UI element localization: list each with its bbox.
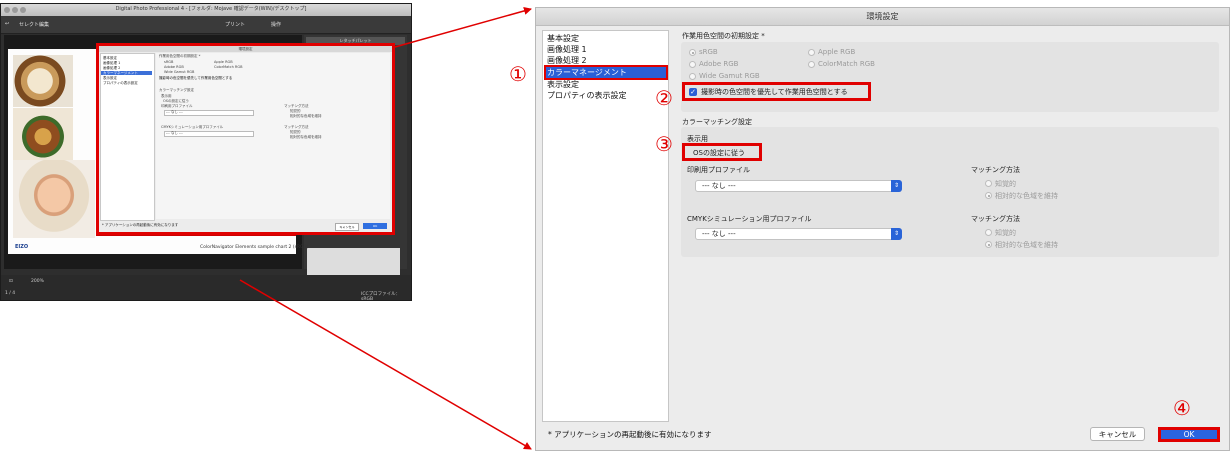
top-callout-arrow [394, 7, 532, 48]
cmyk-perceptual-label: 知覚的 [995, 229, 1016, 237]
print-perceptual-label: 知覚的 [995, 180, 1016, 188]
cancel-button[interactable]: キャンセル [1090, 427, 1145, 441]
preferences-content: 作業用色空間の初期設定 * sRGB Apple RGB Adobe RGB C… [677, 30, 1223, 422]
option-srgb-label: sRGB [699, 48, 718, 56]
option-adobe-rgb-label: Adobe RGB [699, 60, 739, 68]
working-space-heading: 作業用色空間の初期設定 * [682, 32, 765, 40]
cmyk-profile-label: CMYKシミュレーション用プロファイル [687, 215, 812, 223]
radio-wide-gamut-rgb[interactable] [689, 73, 696, 80]
preferences-sidebar: 基本設定 画像処理 1 画像処理 2 カラーマネージメント 表示設定 プロパティ… [542, 30, 669, 422]
print-profile-value: --- なし --- [702, 182, 736, 190]
step3-marker: ③ [655, 132, 673, 156]
cmyk-profile-value: --- なし --- [702, 230, 736, 238]
chevron-updown-icon: ⇕ [891, 180, 902, 192]
step2-marker: ② [655, 86, 673, 110]
sidebar-item-image-processing-1[interactable]: 画像処理 1 [546, 44, 666, 55]
option-apple-rgb-label: Apple RGB [818, 48, 856, 56]
radio-adobe-rgb[interactable] [689, 61, 696, 68]
sidebar-item-image-processing-2[interactable]: 画像処理 2 [546, 55, 666, 66]
sidebar-item-basic[interactable]: 基本設定 [546, 33, 666, 44]
option-wide-gamut-rgb-label: Wide Gamut RGB [699, 72, 760, 80]
radio-cmyk-relative[interactable] [985, 241, 992, 248]
print-matching-method-label: マッチング方法 [971, 166, 1020, 174]
radio-cmyk-perceptual[interactable] [985, 229, 992, 236]
ok-button[interactable]: OK [1158, 427, 1220, 442]
radio-print-perceptual[interactable] [985, 180, 992, 187]
step4-marker: ④ [1173, 396, 1191, 420]
cmyk-matching-method-label: マッチング方法 [971, 215, 1020, 223]
color-matching-heading: カラーマッチング設定 [682, 118, 752, 126]
restart-note: * アプリケーションの再起動後に有効になります [548, 430, 712, 439]
sidebar-item-color-management[interactable]: カラーマネージメント [544, 65, 668, 80]
cmyk-relative-label: 相対的な色域を維持 [995, 241, 1058, 249]
bottom-callout-arrow [239, 279, 532, 450]
priority-color-space-checkbox[interactable]: ✓ [689, 88, 697, 96]
os-setting-label: OSの設定に従う [693, 149, 745, 157]
print-profile-label: 印刷用プロファイル [687, 166, 750, 174]
radio-srgb[interactable] [689, 49, 696, 56]
radio-print-relative[interactable] [985, 192, 992, 199]
preferences-dialog: 環境設定 基本設定 画像処理 1 画像処理 2 カラーマネージメント 表示設定 … [535, 7, 1230, 451]
radio-colormatch-rgb[interactable] [808, 61, 815, 68]
cmyk-profile-select[interactable]: --- なし --- ⇕ [695, 228, 902, 240]
option-colormatch-rgb-label: ColorMatch RGB [818, 60, 875, 68]
print-profile-select[interactable]: --- なし --- ⇕ [695, 180, 902, 192]
chevron-updown-icon: ⇕ [891, 228, 902, 240]
sidebar-item-display[interactable]: 表示設定 [546, 79, 666, 90]
step1-marker: ① [509, 62, 527, 86]
sidebar-item-property-display[interactable]: プロパティの表示設定 [546, 90, 666, 101]
working-space-group [681, 42, 1219, 112]
print-relative-label: 相対的な色域を維持 [995, 192, 1058, 200]
priority-color-space-label[interactable]: 撮影時の色空間を優先して作業用色空間とする [701, 87, 848, 97]
dialog-title: 環境設定 [536, 8, 1229, 26]
radio-apple-rgb[interactable] [808, 49, 815, 56]
